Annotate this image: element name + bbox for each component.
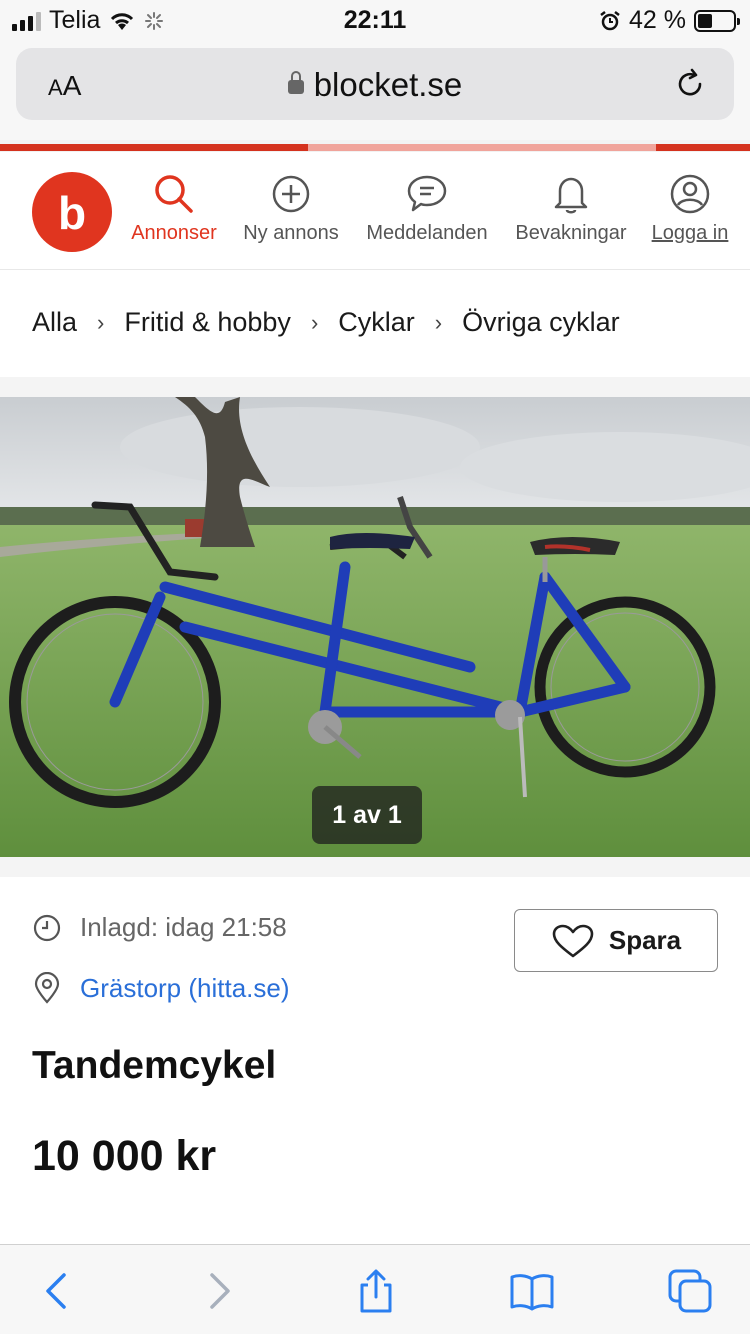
- breadcrumb-item[interactable]: Cyklar: [338, 307, 415, 338]
- status-right: 42 %: [599, 6, 740, 35]
- section-gap: [0, 377, 750, 397]
- page-load-stripe: [0, 140, 750, 152]
- url-display[interactable]: blocket.se: [16, 66, 734, 104]
- site-nav: b Annonser Ny annons Meddelanden Bevakni…: [0, 152, 750, 270]
- plus-circle-icon: [272, 175, 310, 213]
- bookmarks-icon[interactable]: [510, 1269, 554, 1313]
- nav-item-bevakningar[interactable]: Bevakningar: [510, 172, 632, 245]
- location-pin-icon: [34, 972, 60, 1004]
- blocket-logo[interactable]: b: [32, 172, 112, 252]
- address-bar[interactable]: AA blocket.se: [16, 48, 734, 120]
- breadcrumb-item[interactable]: Alla: [32, 307, 77, 338]
- save-label: Spara: [608, 925, 682, 955]
- alarm-icon: [600, 10, 620, 30]
- nav-label-meddelanden: Meddelanden: [366, 222, 488, 244]
- logo-letter: b: [57, 187, 87, 239]
- listing-price: 10 000 kr: [32, 1132, 217, 1180]
- browser-toolbar: [0, 1244, 750, 1334]
- nav-label-annonser: Annonser: [131, 222, 217, 244]
- back-icon[interactable]: [36, 1269, 80, 1313]
- user-icon: [670, 174, 710, 214]
- chevron-right-icon: ›: [310, 309, 319, 335]
- battery-percent: 42 %: [629, 6, 686, 34]
- nav-item-logga-in[interactable]: Logga in: [646, 172, 734, 245]
- browser-chrome: AA blocket.se: [0, 40, 750, 140]
- save-button[interactable]: Spara: [514, 909, 718, 972]
- heart-icon: [552, 924, 594, 957]
- stripe-dark: [0, 144, 308, 151]
- image-counter: 1 av 1: [312, 786, 422, 844]
- nav-item-meddelanden[interactable]: Meddelanden: [360, 172, 494, 245]
- location-link[interactable]: Grästorp (hitta.se): [80, 973, 290, 1004]
- message-icon: [407, 175, 447, 212]
- nav-item-annonser[interactable]: Annonser: [126, 172, 222, 245]
- status-bar: Telia 22:11 42 %: [0, 0, 750, 40]
- clock-icon: [33, 914, 61, 941]
- search-icon: [155, 175, 193, 213]
- battery-level: [698, 13, 713, 28]
- listing-title: Tandemcykel: [32, 1044, 277, 1087]
- breadcrumb: Alla › Fritid & hobby › Cyklar › Övriga …: [32, 307, 620, 338]
- forward-icon[interactable]: [196, 1269, 240, 1313]
- breadcrumb-item[interactable]: Fritid & hobby: [124, 307, 291, 338]
- chevron-right-icon: ›: [97, 309, 105, 335]
- stripe-dark-right: [656, 144, 750, 151]
- posted-row: Inlagd: idag 21:58: [32, 912, 287, 943]
- section-gap: [0, 857, 750, 877]
- breadcrumb-band: Alla › Fritid & hobby › Cyklar › Övriga …: [0, 271, 750, 377]
- stripe-light: [308, 144, 656, 151]
- posted-text: Inlagd: idag 21:58: [80, 912, 287, 942]
- tabs-icon[interactable]: [668, 1269, 712, 1313]
- nav-label-ny-annons: Ny annons: [243, 222, 339, 244]
- location-row: Grästorp (hitta.se): [32, 972, 290, 1004]
- nav-label-bevakningar: Bevakningar: [515, 222, 627, 244]
- share-icon[interactable]: [354, 1269, 398, 1313]
- battery-icon: [694, 9, 740, 32]
- breadcrumb-item[interactable]: Övriga cyklar: [462, 307, 620, 338]
- lock-icon: [287, 71, 304, 94]
- url-text: blocket.se: [313, 66, 463, 103]
- reload-icon[interactable]: [672, 66, 708, 102]
- nav-item-ny-annons[interactable]: Ny annons: [238, 172, 344, 245]
- bell-icon: [554, 177, 588, 214]
- chevron-right-icon: ›: [434, 309, 443, 335]
- nav-label-logga-in: Logga in: [651, 222, 729, 244]
